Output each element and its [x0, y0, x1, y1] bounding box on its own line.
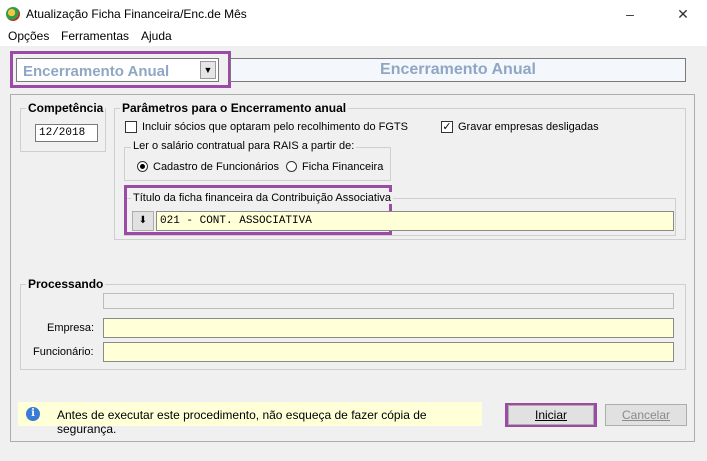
menu-opcoes[interactable]: Opções — [8, 29, 49, 43]
radio-ficha-label: Ficha Financeira — [302, 161, 384, 173]
info-bar: i Antes de executar este procedimento, n… — [18, 402, 482, 436]
info-icon: i — [26, 407, 40, 421]
app-icon — [6, 7, 20, 21]
maximize-button[interactable] — [622, 4, 650, 24]
info-text: Antes de executar este procedimento, não… — [57, 408, 427, 436]
incluir-socios-label: Incluir sócios que optaram pelo recolhim… — [142, 121, 408, 133]
radio-ficha-financeira[interactable] — [286, 161, 297, 172]
cancelar-button[interactable]: Cancelar — [605, 404, 687, 426]
radio-cadastro-funcionarios[interactable] — [137, 161, 148, 172]
window-title: Atualização Ficha Financeira/Enc.de Mês — [26, 7, 247, 21]
mode-select[interactable]: Encerramento Anual ▼ — [16, 58, 219, 82]
gravar-desligadas-label: Gravar empresas desligadas — [458, 121, 599, 133]
competencia-input[interactable]: 12/2018 — [35, 124, 98, 142]
titulo-ficha-input[interactable]: 021 - CONT. ASSOCIATIVA — [156, 211, 674, 231]
funcionario-field[interactable] — [103, 342, 674, 362]
close-button[interactable]: ✕ — [669, 4, 697, 24]
incluir-socios-checkbox[interactable] — [125, 121, 137, 133]
empresa-label: Empresa: — [47, 322, 95, 334]
titulo-ficha-title: Título da ficha financeira da Contribuiç… — [131, 192, 394, 204]
radio-cadastro-label: Cadastro de Funcionários — [153, 161, 279, 173]
gravar-desligadas-checkbox[interactable]: ✓ — [441, 121, 453, 133]
rais-title: Ler o salário contratual para RAIS a par… — [131, 140, 357, 152]
menu-ajuda[interactable]: Ajuda — [141, 29, 172, 43]
download-icon[interactable]: ⬇ — [132, 211, 154, 231]
processando-title: Processando — [26, 277, 106, 291]
banner-title: Encerramento Anual — [230, 58, 686, 82]
title-bar: Atualização Ficha Financeira/Enc.de Mês … — [0, 0, 707, 28]
chevron-down-icon[interactable]: ▼ — [200, 61, 216, 79]
empresa-field[interactable] — [103, 318, 674, 338]
competencia-title: Competência — [26, 101, 106, 115]
iniciar-button[interactable]: Iniciar — [508, 405, 594, 425]
menu-ferramentas[interactable]: Ferramentas — [61, 29, 129, 43]
funcionario-label: Funcionário: — [33, 346, 94, 358]
parametros-title: Parâmetros para o Encerramento anual — [120, 101, 349, 115]
mode-select-value: Encerramento Anual — [23, 63, 170, 80]
menu-bar: Opções Ferramentas Ajuda — [0, 28, 707, 46]
progress-bar — [103, 293, 674, 309]
